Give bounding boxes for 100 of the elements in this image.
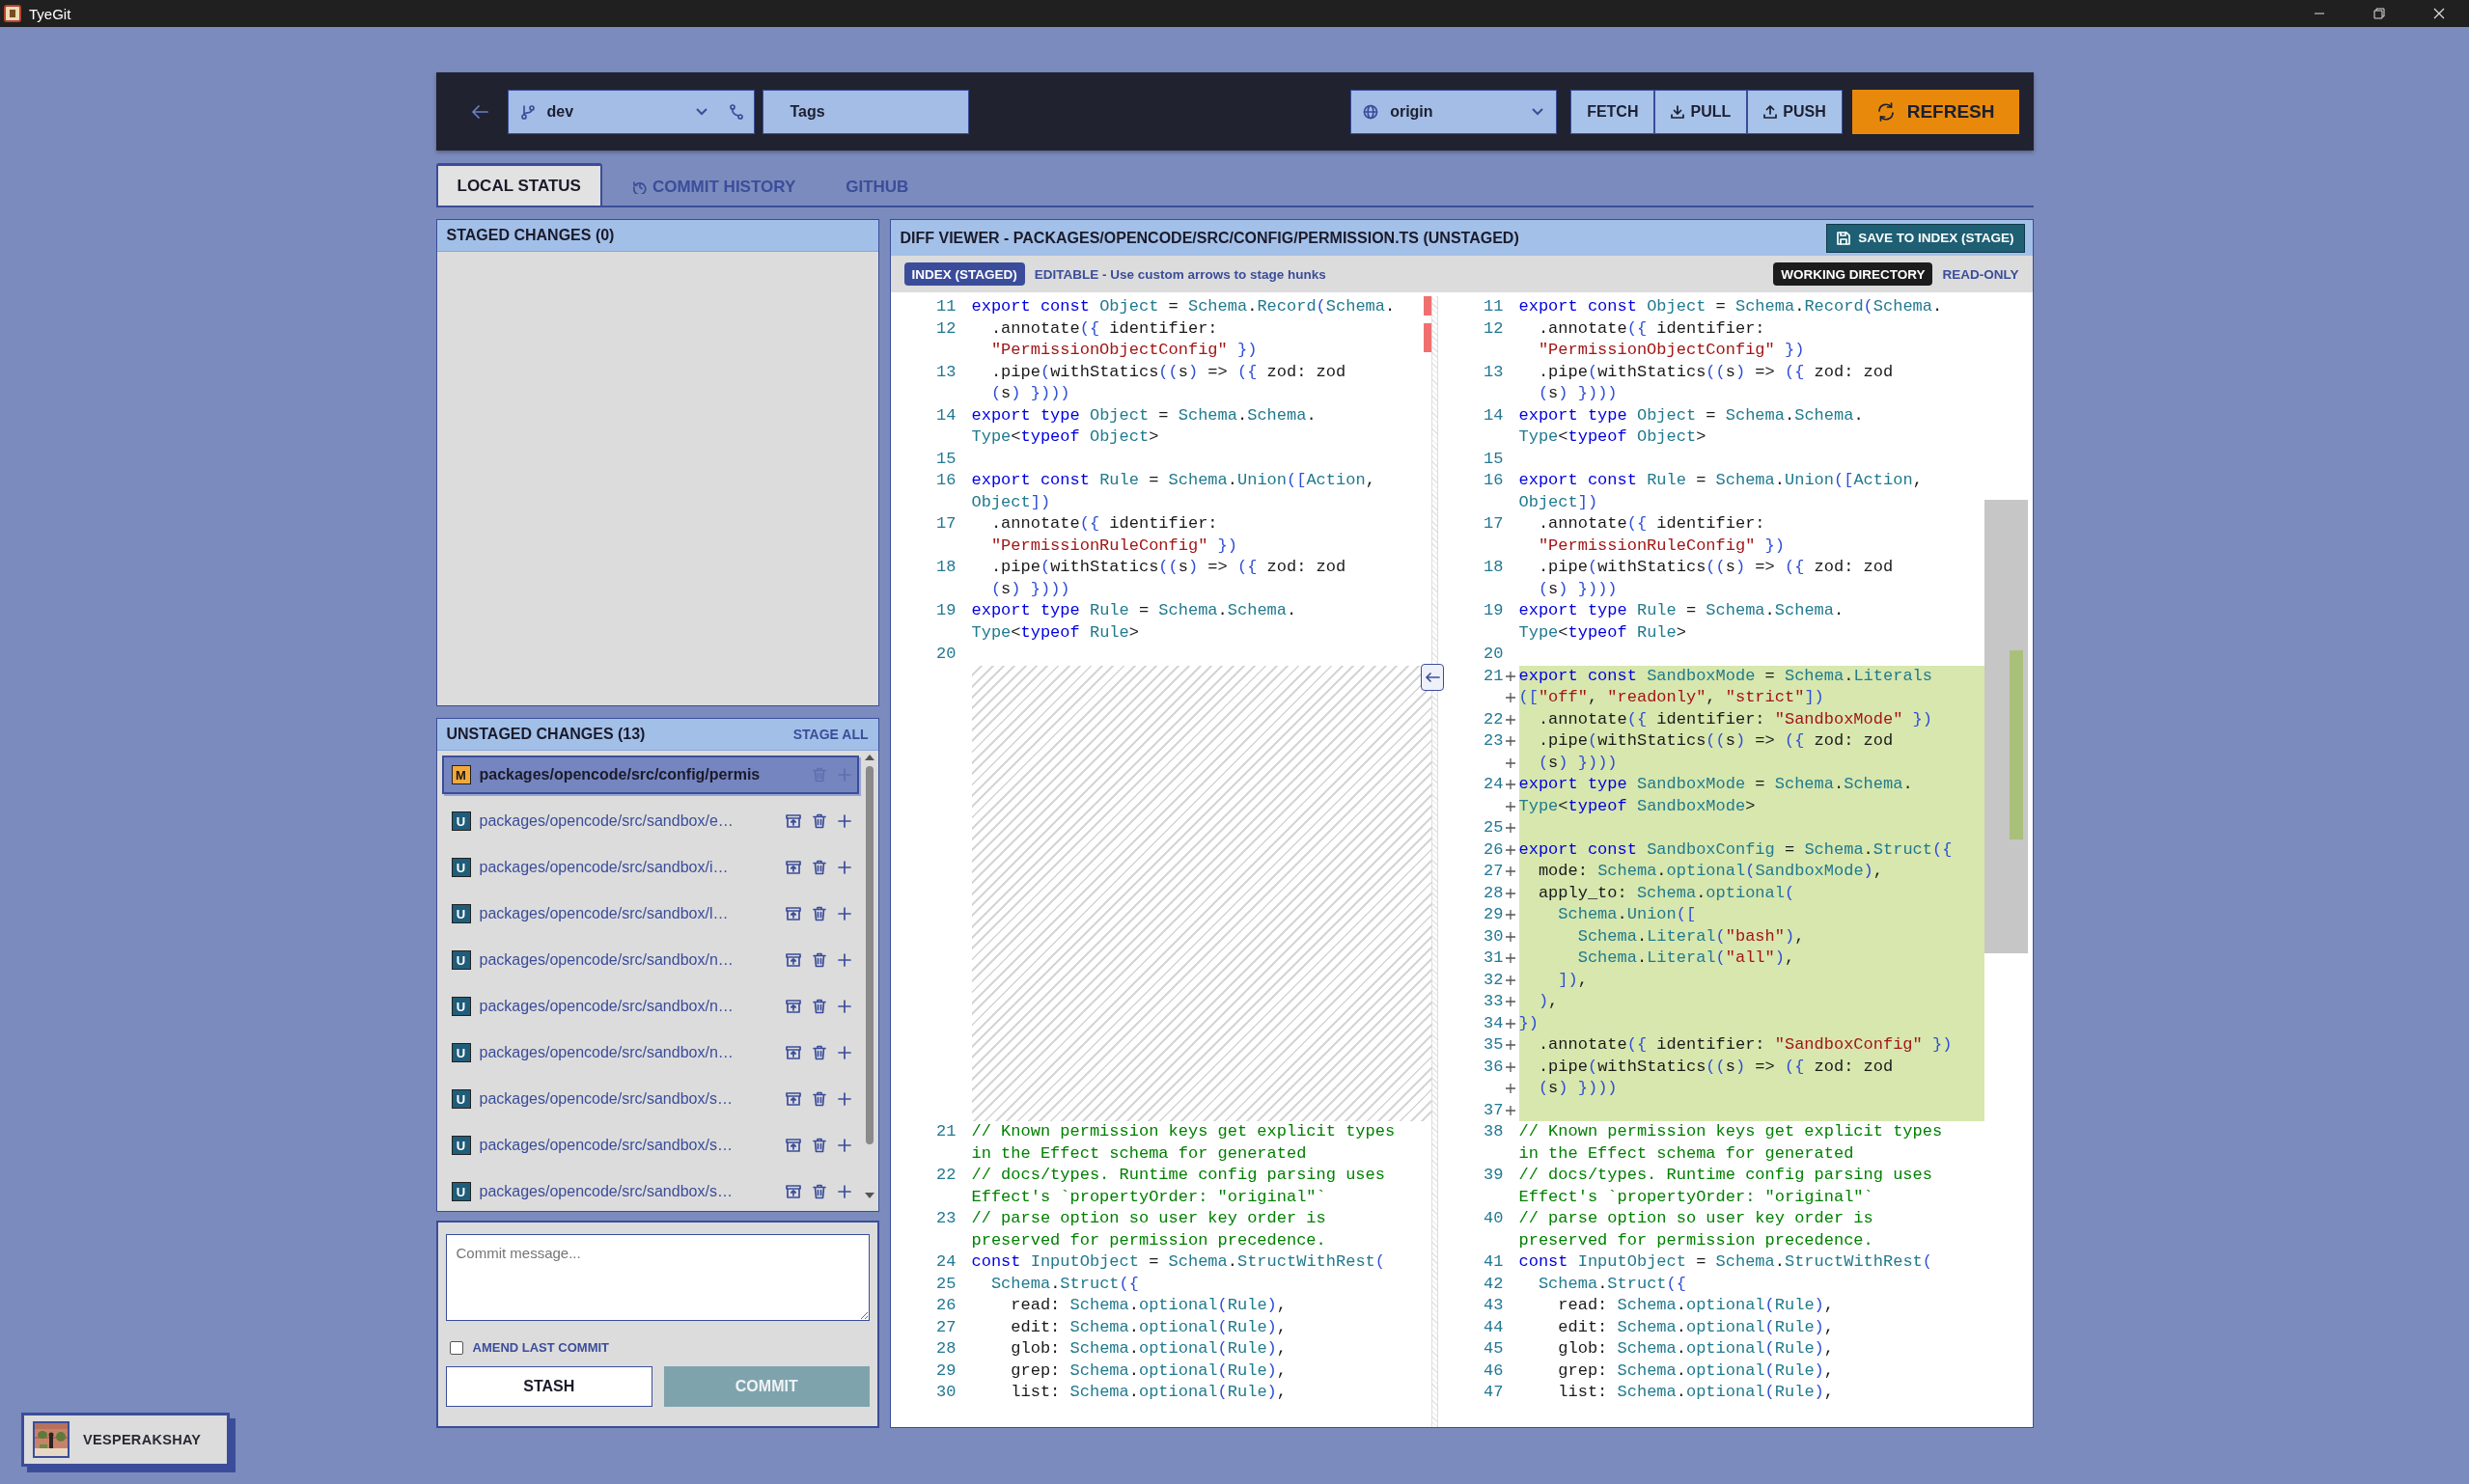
code-line: edit: Schema.optional(Rule), [1557, 1316, 1835, 1338]
stash-file-button[interactable] [785, 906, 801, 921]
tags-dropdown[interactable]: Tags [762, 89, 969, 134]
code-line: Type<typeof SandboxMode> [1518, 795, 1757, 817]
line-number: 23 [936, 1209, 957, 1227]
amend-checkbox[interactable] [449, 1340, 463, 1355]
fetch-button[interactable]: FETCH [1570, 89, 1655, 134]
added-marker-icon [1505, 931, 1515, 942]
line-number: 19 [1484, 601, 1504, 619]
code-line: Type<typeof Rule> [1518, 621, 1687, 644]
stash-file-button[interactable] [785, 1045, 801, 1060]
discard-button[interactable] [812, 999, 826, 1014]
stage-button[interactable] [837, 953, 851, 967]
plus-icon [837, 1000, 851, 1013]
line-number: 28 [936, 1339, 957, 1358]
discard-button[interactable] [812, 952, 826, 968]
line-number: 14 [1484, 405, 1504, 425]
stage-button[interactable] [837, 1139, 851, 1152]
file-list-item[interactable]: U packages/opencode/src/sandbox/s… [441, 1172, 859, 1211]
code-line: Schema.Struct({ [1537, 1273, 1687, 1295]
file-list-item[interactable]: U packages/opencode/src/sandbox/e… [441, 802, 859, 840]
stage-hunk-button[interactable] [1420, 663, 1444, 691]
code-line: list: Schema.optional(Rule), [1010, 1382, 1288, 1403]
archive-icon [785, 1045, 801, 1060]
status-badge: U [451, 904, 471, 923]
line-number: 16 [1484, 471, 1504, 489]
file-list-item[interactable]: U packages/opencode/src/sandbox/s… [441, 1126, 859, 1165]
line-number: 36 [1484, 1057, 1504, 1076]
line-number: 44 [1484, 1317, 1504, 1336]
discard-button[interactable] [812, 813, 826, 829]
stash-file-button[interactable] [785, 860, 801, 875]
refresh-button[interactable]: REFRESH [1851, 89, 2019, 134]
code-line: Schema.Union([ [1557, 904, 1698, 925]
stash-file-button[interactable] [785, 999, 801, 1014]
code-line: ), [1537, 991, 1560, 1012]
history-icon [632, 180, 647, 194]
code-line: (s) }))) [989, 578, 1071, 600]
stash-file-button[interactable] [785, 952, 801, 968]
stage-button[interactable] [837, 1000, 851, 1013]
tab[interactable]: LOCAL STATUS [435, 163, 602, 206]
stash-file-button[interactable] [785, 1091, 801, 1107]
stash-file-button[interactable] [785, 1184, 801, 1199]
discard-button[interactable] [812, 1184, 826, 1199]
file-list-item[interactable]: U packages/opencode/src/sandbox/l… [441, 894, 859, 933]
stage-button[interactable] [837, 1092, 851, 1106]
discard-button[interactable] [812, 860, 826, 875]
caret-icon [694, 106, 708, 117]
compare-branches-button[interactable] [719, 89, 755, 134]
line-number: 34 [1484, 1013, 1504, 1032]
line-number: 35 [1484, 1035, 1504, 1054]
back-arrow-icon [470, 103, 488, 120]
stage-button[interactable] [837, 861, 851, 874]
line-number: 16 [936, 471, 957, 489]
code-line: apply_to: Schema.optional( [1537, 882, 1796, 904]
line-number: 23 [1484, 731, 1504, 750]
code-line: Schema.Struct({ [989, 1273, 1140, 1295]
file-list-item[interactable]: U packages/opencode/src/sandbox/n… [441, 1033, 859, 1072]
line-number: 37 [1484, 1100, 1504, 1119]
remote-dropdown[interactable]: origin [1350, 89, 1558, 134]
code-line: glob: Schema.optional(Rule), [1010, 1338, 1288, 1360]
stage-button[interactable] [837, 1046, 851, 1059]
file-list-item[interactable]: U packages/opencode/src/sandbox/n… [441, 987, 859, 1026]
pull-button[interactable]: PULL [1654, 89, 1748, 134]
file-list-item[interactable]: U packages/opencode/src/sandbox/i… [441, 848, 859, 887]
trash-icon [812, 1091, 826, 1107]
close-icon [2433, 8, 2445, 19]
status-badge: U [451, 1043, 471, 1062]
line-number: 28 [1484, 883, 1504, 902]
line-number: 33 [1484, 992, 1504, 1010]
code-line: "PermissionObjectConfig" }) [989, 340, 1259, 361]
line-number: 31 [1484, 948, 1504, 967]
commit-message-field[interactable]: Commit message... [445, 1234, 870, 1321]
discard-button[interactable] [812, 906, 826, 921]
trash-icon [812, 1138, 826, 1153]
line-number: 47 [1484, 1383, 1504, 1401]
added-marker-icon [1505, 1105, 1515, 1115]
discard-button[interactable] [812, 1045, 826, 1060]
stage-button[interactable] [837, 907, 851, 921]
branch-dropdown[interactable]: dev [507, 89, 720, 134]
stage-button[interactable] [837, 1185, 851, 1198]
stage-all-link[interactable]: STAGE ALL [792, 727, 869, 742]
stash-file-button[interactable] [785, 1138, 801, 1153]
code-line: export type Object = Schema.Schema. [1518, 404, 1865, 426]
discard-button[interactable] [812, 1091, 826, 1107]
file-list-item[interactable]: U packages/opencode/src/sandbox/n… [441, 941, 859, 979]
save-to-index-button[interactable]: SAVE TO INDEX (STAGE) [1826, 223, 2025, 253]
file-list-item[interactable]: U packages/opencode/src/sandbox/s… [441, 1080, 859, 1118]
code-line: Type<typeof Rule> [971, 621, 1140, 644]
stash-button[interactable]: STASH [445, 1366, 652, 1407]
added-marker-icon [1505, 693, 1515, 703]
added-marker-icon [1505, 844, 1515, 855]
line-number: 11 [936, 297, 957, 316]
code-line: // Known permission keys get explicit types [971, 1121, 1397, 1142]
line-number: 27 [1484, 862, 1504, 880]
stash-file-button[interactable] [785, 813, 801, 829]
code-line: (s) }))) [1537, 383, 1619, 404]
code-line: // docs/types. Runtime config parsing uses [1518, 1165, 1933, 1186]
push-button[interactable]: PUSH [1747, 89, 1843, 134]
discard-button[interactable] [812, 1138, 826, 1153]
stage-button[interactable] [837, 814, 851, 828]
